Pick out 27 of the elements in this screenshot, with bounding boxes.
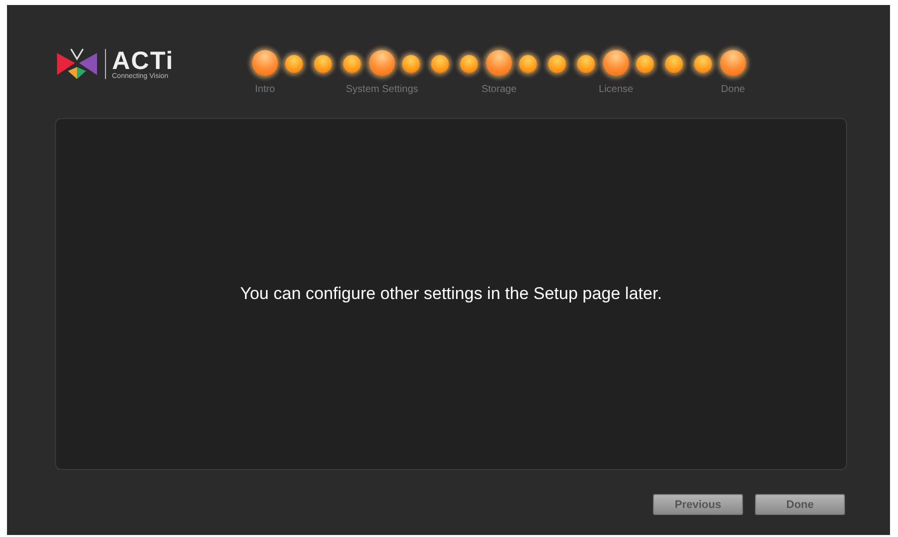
step-dot [548, 55, 566, 73]
step-dot [284, 55, 302, 73]
step-dot [314, 55, 332, 73]
step-dot [603, 50, 629, 76]
logo-icon [55, 47, 99, 81]
step-label: License [598, 84, 634, 95]
step-dot [518, 55, 536, 73]
step-dot [402, 55, 420, 73]
wizard-button[interactable]: Done [755, 494, 845, 515]
step-label: Done [721, 84, 745, 95]
step-dot [460, 55, 478, 73]
step-label: System Settings [346, 84, 418, 95]
wizard-button[interactable]: Previous [653, 494, 743, 515]
step-dot [369, 50, 395, 76]
message-text: You can configure other settings in the Setup page later. [240, 284, 662, 304]
step-label: Storage [481, 84, 517, 95]
step-dot [342, 55, 360, 73]
step-dot [664, 55, 682, 73]
logo-wordmark: ACTi [112, 48, 174, 72]
step-dot [486, 50, 512, 76]
step-label: Intro [254, 84, 275, 95]
step-dot [720, 50, 746, 76]
step-dot [576, 55, 594, 73]
step-dot [694, 55, 712, 73]
step-dot [430, 55, 448, 73]
step-dot [252, 50, 278, 76]
step-dot [636, 55, 654, 73]
